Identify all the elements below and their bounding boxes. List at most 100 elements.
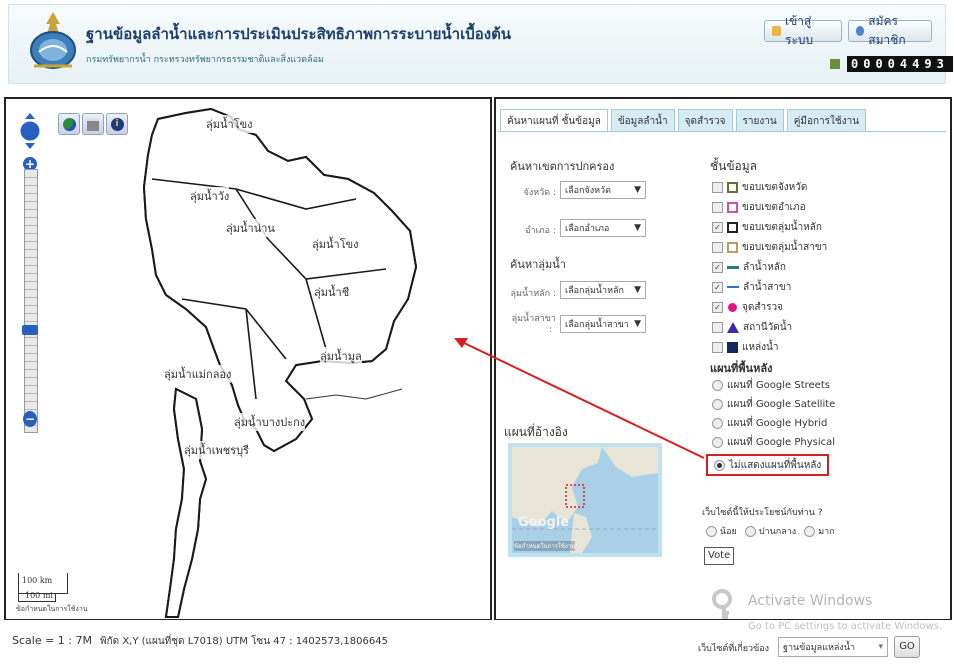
checkbox[interactable] xyxy=(712,341,723,353)
basin-label-nan: ลุ่มน้ำน่าน xyxy=(226,219,275,237)
map-terms-link[interactable]: ข้อกำหนดในการใช้งาน xyxy=(16,604,88,615)
checkbox[interactable] xyxy=(712,321,723,333)
checkbox[interactable] xyxy=(712,241,723,253)
layer-gauge-station[interactable]: สถานีวัดน้ำ xyxy=(712,319,792,335)
layers-heading: ชั้นข้อมูล xyxy=(710,159,758,173)
tab-survey-points[interactable]: จุดสำรวจ xyxy=(677,109,733,132)
tab-river-data[interactable]: ข้อมูลลำน้ำ xyxy=(610,109,675,132)
basemap-heading: แผนที่พื้นหลัง xyxy=(710,362,773,375)
layer-main-river[interactable]: ✓ ลำน้ำหลัก xyxy=(712,259,786,275)
poll-radio-high[interactable] xyxy=(804,525,816,537)
province-label: จังหวัด : xyxy=(523,188,556,198)
pan-control[interactable] xyxy=(16,111,44,149)
register-button[interactable]: สมัครสมาชิก xyxy=(848,14,932,47)
header: ฐานข้อมูลลำน้ำและการประเมินประสิทธิภาพกา… xyxy=(0,0,954,86)
checkbox-checked[interactable]: ✓ xyxy=(712,281,723,293)
triangle-icon xyxy=(727,321,739,333)
basin-search-heading: ค้นหาลุ่มน้ำ xyxy=(510,258,566,271)
site-title: ฐานข้อมูลลำน้ำและการประเมินประสิทธิภาพกา… xyxy=(86,25,512,43)
reference-terms-link[interactable]: ข้อกำหนดในการใช้งาน xyxy=(514,541,576,551)
coordinate-readout: พิกัด X,Y (แผนที่ชุด L7018) UTM โซน 47 :… xyxy=(100,636,388,647)
tab-map-layers[interactable]: ค้นหาแผนที่ ชั้นข้อมูล xyxy=(500,109,608,132)
tab-divider xyxy=(498,131,946,132)
poll-radio-low[interactable] xyxy=(706,525,717,537)
basemap-option-hybrid[interactable]: แผนที่ Google Hybrid xyxy=(712,415,827,431)
basemap-option-none[interactable]: ไม่แสดงแผนที่พื้นหลัง xyxy=(706,454,830,476)
vote-button[interactable]: Vote xyxy=(704,547,735,565)
department-logo xyxy=(30,12,76,69)
layer-sub-basin[interactable]: ขอบเขตลุ่มน้ำสาขา xyxy=(712,239,827,255)
layer-district[interactable]: ขอบเขตอำเภอ xyxy=(712,199,806,215)
layer-survey-points[interactable]: ✓ จุดสำรวจ xyxy=(712,299,783,315)
layer-swatch-icon xyxy=(727,201,738,213)
visitor-counter: 00004493 xyxy=(830,56,953,72)
radio-selected[interactable] xyxy=(714,459,725,471)
lock-icon xyxy=(772,26,781,36)
dropdown-arrow-icon: ▼ xyxy=(634,285,641,295)
dropdown-arrow-icon: ▼ xyxy=(634,319,641,329)
checkbox-checked[interactable]: ✓ xyxy=(712,221,723,233)
user-icon xyxy=(856,26,865,36)
print-icon[interactable] xyxy=(82,113,104,135)
main-basin-select[interactable]: เลือกลุ่มน้ำหลัก ▼ xyxy=(560,281,646,299)
map-viewer[interactable]: ลุ่มน้ำโขง ลุ่มน้ำวัง ลุ่มน้ำน่าน ลุ่มน้… xyxy=(4,97,492,621)
poll-radio-medium[interactable] xyxy=(744,525,756,537)
poll-options: น้อย ปานกลาง มาก xyxy=(706,523,835,539)
radio[interactable] xyxy=(712,436,723,448)
checkbox-checked[interactable]: ✓ xyxy=(712,261,723,273)
annotation-arrow xyxy=(454,338,705,459)
main-basin-label: ลุ่มน้ำหลัก : xyxy=(510,289,556,299)
province-select[interactable]: เลือกจังหวัด ▼ xyxy=(560,181,646,199)
layer-main-basin[interactable]: ✓ ขอบเขตลุ่มน้ำหลัก xyxy=(712,219,822,235)
globe-icon[interactable] xyxy=(58,113,80,135)
go-button[interactable]: GO xyxy=(894,636,920,658)
related-sites-select[interactable]: ฐานข้อมูลแหล่งน้ำ ▾ xyxy=(778,637,888,657)
login-button[interactable]: เข้าสู่ระบบ xyxy=(764,14,842,47)
scale-readout: Scale = 1 : 7M xyxy=(12,634,92,647)
zoom-out-icon[interactable]: − xyxy=(23,411,37,427)
tab-bar: ค้นหาแผนที่ ชั้นข้อมูล ข้อมูลลำน้ำ จุดสำ… xyxy=(500,109,867,132)
checkbox-checked[interactable]: ✓ xyxy=(712,301,723,313)
status-bar: Scale = 1 : 7M พิกัด X,Y (แผนที่ชุด L701… xyxy=(0,620,954,665)
radio[interactable] xyxy=(712,398,723,410)
sub-basin-select[interactable]: เลือกลุ่มน้ำสาขา ▼ xyxy=(560,315,646,333)
district-label: อำเภอ : xyxy=(525,226,556,236)
river-line-icon xyxy=(727,286,739,288)
layer-province[interactable]: ขอบเขตจังหวัด xyxy=(712,179,807,195)
radio[interactable] xyxy=(712,379,723,391)
square-icon xyxy=(727,341,738,353)
admin-search-heading: ค้นหาเขตการปกครอง xyxy=(510,160,615,173)
basemap-option-streets[interactable]: แผนที่ Google Streets xyxy=(712,377,830,393)
layer-tributary[interactable]: ✓ ลำน้ำสาขา xyxy=(712,279,791,295)
site-subtitle: กรมทรัพยากรน้ำ กระทรวงทรัพยากรธรรมชาติแล… xyxy=(86,55,324,65)
river-line-icon xyxy=(727,265,739,269)
layer-swatch-icon xyxy=(727,221,738,233)
radio[interactable] xyxy=(712,417,723,429)
layer-swatch-icon xyxy=(727,241,738,253)
activate-windows-title: Activate Windows xyxy=(748,593,873,609)
tab-reports[interactable]: รายงาน xyxy=(735,109,784,132)
basin-label-wang: ลุ่มน้ำวัง xyxy=(190,187,230,205)
tab-manual[interactable]: คู่มือการใช้งาน xyxy=(786,109,867,132)
basin-label-mekong-east: ลุ่มน้ำโขง xyxy=(312,235,359,253)
point-dot-icon xyxy=(728,302,737,312)
sub-basin-label: ลุ่มน้ำสาขา xyxy=(511,314,556,324)
basemap-option-satellite[interactable]: แผนที่ Google Satellite xyxy=(712,396,835,412)
checkbox[interactable] xyxy=(712,201,723,213)
dropdown-arrow-icon: ▼ xyxy=(634,185,641,195)
zoom-slider[interactable] xyxy=(24,169,38,433)
key-icon xyxy=(712,589,732,619)
basin-label-phetchaburi: ลุ่มน้ำเพชรบุรี xyxy=(184,441,249,459)
checkbox[interactable] xyxy=(712,181,723,193)
windows-activation-watermark: Activate Windows xyxy=(710,589,946,623)
basin-label-maeklong: ลุ่มน้ำแม่กลอง xyxy=(164,365,232,383)
district-select[interactable]: เลือกอำเภอ ▼ xyxy=(560,219,646,237)
basemap-option-physical[interactable]: แผนที่ Google Physical xyxy=(712,434,835,450)
zoom-handle[interactable] xyxy=(22,325,38,335)
layer-water-source[interactable]: แหล่งน้ำ xyxy=(712,339,779,355)
dropdown-arrow-icon: ▾ xyxy=(878,642,883,652)
activate-windows-hint: Go to PC settings to activate Windows. xyxy=(748,621,943,632)
poll-question: เว็บไซต์นี้ให้ประโยชน์กับท่าน ? xyxy=(702,508,823,518)
info-icon[interactable]: i xyxy=(106,113,128,135)
thailand-map[interactable] xyxy=(6,99,490,619)
